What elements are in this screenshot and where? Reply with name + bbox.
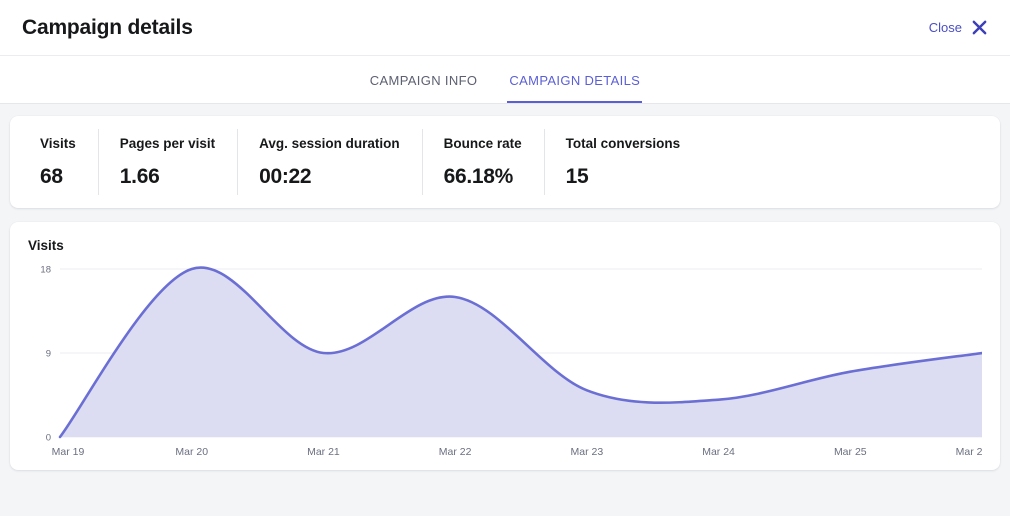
chart-x-tick-label: Mar 22 (439, 446, 472, 458)
chart-area-fill (60, 267, 982, 437)
chart-x-tick-label: Mar 26 (956, 446, 982, 458)
chart-x-tick-label: Mar 20 (175, 446, 208, 458)
metric-pages-per-visit-value: 1.66 (119, 164, 160, 188)
visits-chart-card: Visits 0 9 18 Mar 19 Mar 20 Mar 21 Mar 22 Mar 2… (10, 222, 1000, 470)
metrics-summary-card: Visits 68 Pages per visit 1.66 Avg. sess… (10, 116, 1000, 208)
chart-x-tick-label: Mar 19 (52, 446, 85, 458)
metric-avg-session-duration-value: 00:22 (259, 164, 312, 188)
chart-x-tick-label: Mar 24 (702, 446, 735, 458)
chart-x-tick-label: Mar 25 (834, 446, 867, 458)
metric-visits-label: Visits (40, 135, 76, 151)
chart-title: Visits (28, 238, 64, 253)
chart-x-tick-label: Mar 23 (571, 446, 604, 458)
page-title: Campaign details (22, 15, 193, 39)
metric-avg-session-duration-label: Avg. session duration (259, 135, 400, 151)
metric-bounce-rate-value: 66.18% (443, 164, 514, 188)
modal-header: Campaign details Close (0, 0, 1010, 56)
metric-pages-per-visit: Pages per visit 1.66 (97, 129, 237, 195)
metric-bounce-rate: Bounce rate 66.18% (421, 129, 544, 195)
close-button[interactable]: Close (929, 19, 988, 36)
metric-pages-per-visit-label: Pages per visit (119, 135, 216, 151)
chart-x-tick-label: Mar 21 (307, 446, 340, 458)
metric-avg-session-duration: Avg. session duration 00:22 (237, 129, 422, 195)
tab-campaign-details-label: CAMPAIGN DETAILS (509, 73, 641, 88)
metric-bounce-rate-label: Bounce rate (443, 135, 522, 151)
tab-bar: CAMPAIGN INFO CAMPAIGN DETAILS (0, 56, 1010, 104)
close-x-icon[interactable] (971, 19, 988, 36)
metric-total-conversions-label: Total conversions (565, 135, 681, 151)
chart-y-tick-label: 18 (40, 265, 51, 276)
chart-y-tick-label: 9 (46, 349, 51, 360)
content-area: Visits 68 Pages per visit 1.66 Avg. sess… (0, 104, 1010, 470)
metric-total-conversions-value: 15 (565, 164, 589, 188)
visits-area-chart[interactable]: 0 9 18 Mar 19 Mar 20 Mar 21 Mar 22 Mar 23 Mar 24… (28, 263, 982, 463)
metric-visits-value: 68 (40, 164, 63, 188)
close-button-label: Close (928, 20, 962, 35)
metric-total-conversions: Total conversions 15 (543, 129, 703, 195)
chart-y-tick-label: 0 (46, 433, 51, 444)
tab-campaign-info-label: CAMPAIGN INFO (369, 73, 478, 88)
chart-plot-area: 0 9 18 Mar 19 Mar 20 Mar 21 Mar 22 Mar 23 Mar 24… (28, 263, 982, 463)
metric-visits: Visits 68 (18, 129, 98, 195)
tab-campaign-info[interactable]: CAMPAIGN INFO (368, 73, 480, 103)
tab-campaign-details[interactable]: CAMPAIGN DETAILS (507, 73, 643, 103)
